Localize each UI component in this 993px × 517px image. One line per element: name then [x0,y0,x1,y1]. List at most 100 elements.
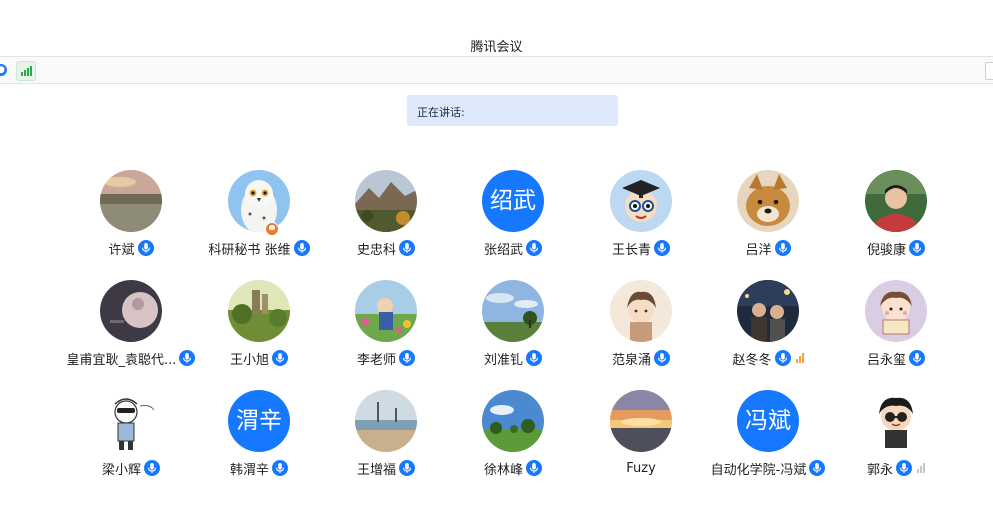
participant-tile[interactable]: 李老师 [321,280,451,380]
microphone-icon[interactable] [137,240,154,256]
avatar [865,390,927,452]
avatar [865,280,927,342]
window-title: 腾讯会议 [470,40,523,55]
participant-name-row: 李老师 [321,348,451,368]
participant-tile[interactable]: 郭永 [831,390,961,490]
avatar [737,280,799,342]
microphone-icon[interactable] [896,460,912,476]
participant-tile[interactable]: 渭辛 韩渭辛 [194,390,324,490]
participant-name: 范泉涌 [611,352,651,368]
participant-name-row: 梁小辉 [66,458,196,478]
microphone-icon[interactable] [293,240,310,256]
status-icon[interactable]: ● [0,64,7,76]
microphone-icon[interactable] [144,460,160,476]
participant-tile[interactable]: 绍武 张绍武 [448,170,578,270]
participant-name: 倪骏康 [866,242,906,258]
participant-name: 王长青 [611,242,651,258]
participant-tile[interactable]: 徐林峰 [448,390,578,490]
participant-tile[interactable]: 冯斌 自动化学院-冯斌 [703,390,833,490]
participant-name-row: 许斌 [66,238,196,258]
participant-tile[interactable]: 范泉涌 [576,280,706,380]
avatar [482,390,544,452]
microphone-icon[interactable] [272,460,288,476]
participant-name: 自动化学院-冯斌 [710,462,807,478]
avatar-initials: 绍武 [482,170,544,232]
participant-name-row: 吕洋 [703,238,833,258]
participant-tile[interactable]: Fuzy [576,390,706,490]
participant-name: 许斌 [108,242,135,258]
participant-tile[interactable]: 倪骏康 [831,170,961,270]
participant-tile[interactable]: 刘准钆 [448,280,578,380]
participant-name: 史忠科 [356,242,396,258]
microphone-icon[interactable] [399,240,415,256]
avatar [865,170,927,232]
microphone-icon[interactable] [399,350,415,366]
avatar [228,280,290,342]
participant-tile[interactable]: 王长青 [576,170,706,270]
participant-name: 张绍武 [483,242,523,258]
participant-tile[interactable]: 吕洋 [703,170,833,270]
participant-tile[interactable]: 王增福 [321,390,451,490]
avatar [737,170,799,232]
microphone-icon[interactable] [654,350,670,366]
participant-name-row: 倪骏康 [831,238,961,258]
microphone-icon[interactable] [272,350,288,366]
participant-name-row: 范泉涌 [576,348,706,368]
participant-name-row: Fuzy [576,458,706,478]
participant-name-row: 赵冬冬 [703,348,833,368]
participant-tile[interactable]: 王小旭 [194,280,324,380]
title-bar: 腾讯会议 [0,0,993,56]
participant-tile[interactable]: 吕永玺 [831,280,961,380]
participant-name-row: 韩渭辛 [194,458,324,478]
participant-name: 吕洋 [745,242,772,258]
microphone-icon[interactable] [654,240,670,256]
participant-tile[interactable]: 皇甫宜耿_袁聪代... [66,280,196,380]
participant-name-row: 王小旭 [194,348,324,368]
participant-tile[interactable]: 史忠科 [321,170,451,270]
participant-tile[interactable]: 赵冬冬 [703,280,833,380]
avatar [482,280,544,342]
microphone-icon[interactable] [909,240,925,256]
participant-name-row: 郭永 [831,458,961,478]
avatar [100,390,162,452]
toolbar: ● [0,56,993,84]
microphone-icon[interactable] [526,240,542,256]
toolbar-edge-button[interactable] [985,62,993,80]
speaking-label: 正在讲话: [417,106,465,119]
participant-name-row: 史忠科 [321,238,451,258]
participant-name-row: 张绍武 [448,238,578,258]
network-signal-icon[interactable] [16,61,36,81]
network-signal-icon [917,463,925,473]
participant-name: 王小旭 [229,352,269,368]
participant-name-row: 科研秘书 张维 [194,238,324,258]
participant-tile[interactable]: 许斌 [66,170,196,270]
participant-name: 科研秘书 张维 [208,242,291,258]
avatar [228,170,290,232]
microphone-icon[interactable] [399,460,415,476]
avatar [610,280,672,342]
participant-name: 徐林峰 [483,462,523,478]
participant-tile[interactable]: 科研秘书 张维 [194,170,324,270]
avatar-initials: 渭辛 [228,390,290,452]
microphone-icon[interactable] [774,350,791,366]
participant-name: 刘准钆 [483,352,523,368]
participant-name-row: 王长青 [576,238,706,258]
avatar [610,170,672,232]
participant-name-row: 徐林峰 [448,458,578,478]
microphone-icon[interactable] [526,460,542,476]
participant-name-row: 吕永玺 [831,348,961,368]
microphone-icon[interactable] [774,240,791,256]
participant-name-row: 皇甫宜耿_袁聪代... [66,348,196,368]
participant-name-row: 王增福 [321,458,451,478]
microphone-icon[interactable] [526,350,542,366]
avatar [100,280,162,342]
microphone-icon[interactable] [809,460,826,476]
avatar [355,280,417,342]
participant-name-row: 刘准钆 [448,348,578,368]
participant-tile[interactable]: 梁小辉 [66,390,196,490]
microphone-icon[interactable] [909,350,925,366]
participant-name-row: 自动化学院-冯斌 [703,458,833,478]
participant-name: 李老师 [356,352,396,368]
participant-name: 吕永玺 [866,352,906,368]
participant-name: 王增福 [356,462,396,478]
